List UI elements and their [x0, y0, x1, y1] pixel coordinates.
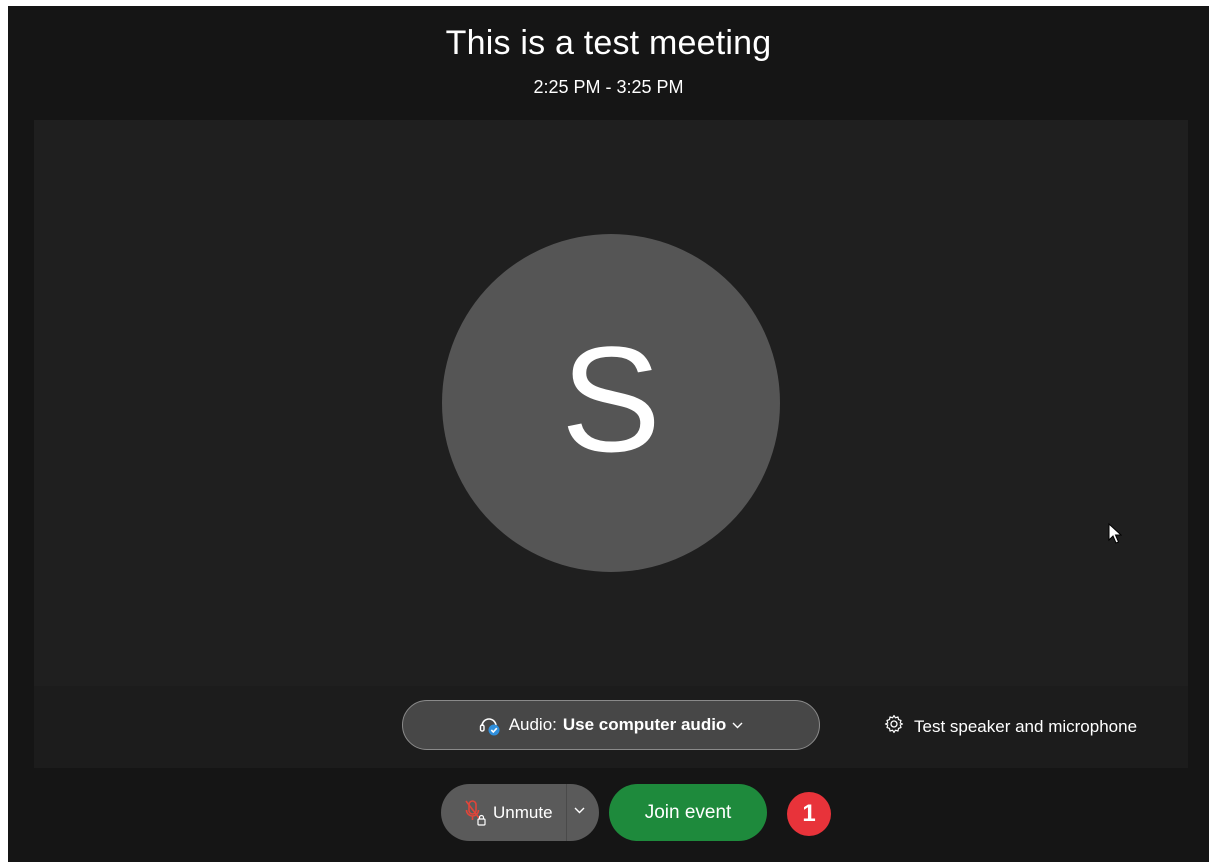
- join-event-label: Join event: [644, 801, 732, 823]
- headset-connected-icon: [479, 714, 501, 736]
- audio-connection-dropdown[interactable]: Audio: Use computer audio: [402, 700, 820, 750]
- audio-selection: Use computer audio: [562, 715, 727, 734]
- meeting-time: 2:25 PM - 3:25 PM: [533, 77, 684, 97]
- test-speaker-label: Test speaker and microphone: [914, 716, 1138, 736]
- unmute-button[interactable]: Unmute: [441, 784, 599, 841]
- meeting-title: This is a test meeting: [445, 24, 772, 62]
- split-divider: [566, 784, 567, 841]
- unmute-options-chevron-icon[interactable]: [574, 803, 585, 817]
- step-number-badge: 1: [787, 792, 831, 836]
- avatar: S: [442, 234, 780, 572]
- meeting-preview-window: This is a test meeting 2:25 PM - 3:25 PM…: [8, 6, 1209, 862]
- gear-icon: [884, 714, 904, 739]
- audio-options-bar: Audio: Use computer audio Test speaker a…: [34, 686, 1188, 768]
- chevron-down-icon: [732, 718, 743, 732]
- unmute-label: Unmute: [493, 802, 553, 822]
- muted-mic-locked-icon: [465, 799, 487, 827]
- audio-label: Audio:: [508, 715, 557, 734]
- video-preview-area: S Audio: Use computer audio Test speaker…: [34, 120, 1188, 768]
- test-speaker-microphone-button[interactable]: Test speaker and microphone: [884, 714, 1137, 739]
- badge-number: 1: [802, 800, 816, 827]
- avatar-initial: S: [560, 315, 662, 483]
- join-event-button[interactable]: Join event: [609, 784, 767, 841]
- mouse-cursor-icon: [1108, 523, 1122, 544]
